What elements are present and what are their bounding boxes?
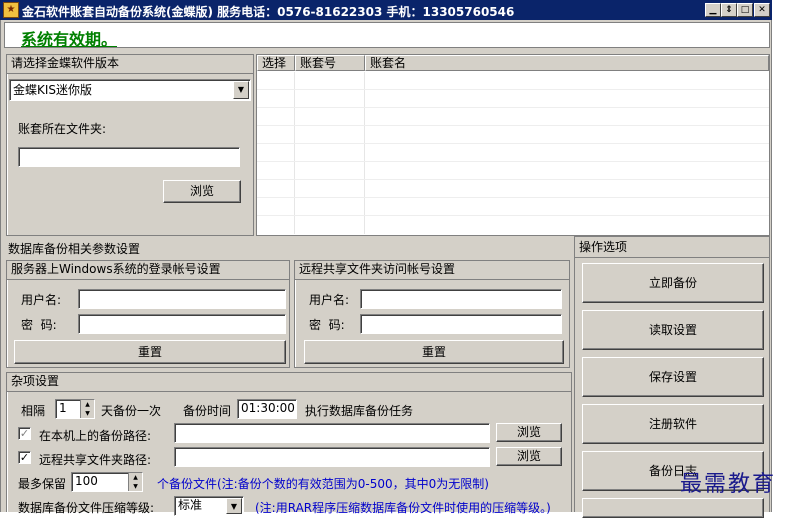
chevron-down-icon[interactable]: ▼ [233,81,249,99]
validity-text: 系统有效期。 [21,30,118,49]
table-row[interactable] [257,198,769,216]
table-row[interactable] [257,126,769,144]
column-header-account-no[interactable]: 账套号 [295,55,365,71]
table-row[interactable] [257,90,769,108]
grid-body [257,72,769,234]
compress-level-select[interactable]: 标准 ▼ [174,496,244,516]
table-row[interactable] [257,162,769,180]
version-select-value: 金蝶KIS迷你版 [13,83,93,97]
interval-days-stepper[interactable]: 1 ▲ ▼ [55,399,95,419]
local-path-checkbox[interactable]: ✓ [18,427,31,440]
folder-label: 账套所在文件夹: [18,122,107,136]
grid-header: 选择 账套号 账套名 [257,55,769,71]
server-user-label: 用户名: [21,293,62,307]
column-header-account-name[interactable]: 账套名 [365,55,769,71]
version-panel: 请选择金蝶软件版本 金蝶KIS迷你版 ▼ 账套所在文件夹: 浏览 [6,54,254,236]
browse-folder-button[interactable]: 浏览 [163,180,241,203]
interval-prefix-label: 相隔 [21,404,46,418]
misc-settings-header: 杂项设置 [7,373,571,392]
app-icon: ★ [3,2,19,18]
interval-suffix-label: 天备份一次 [101,404,162,418]
close-icon[interactable]: ✕ [754,3,770,17]
validity-banner: 系统有效期。 [4,22,770,49]
table-row[interactable] [257,180,769,198]
interval-days-value: 1 [59,401,67,415]
window-title: 金石软件账套自动备份系统(金蝶版) 服务电话：0576-81622303 手机：… [22,5,515,19]
remote-account-header: 远程共享文件夹访问帐号设置 [295,261,569,280]
save-settings-button[interactable]: 保存设置 [582,357,764,397]
backup-time-input[interactable]: 01:30:00 [237,399,297,419]
version-panel-header: 请选择金蝶软件版本 [7,55,253,74]
stepper-arrows-icon[interactable]: ▲ ▼ [80,400,94,418]
db-params-header: 数据库备份相关参数设置 [8,242,141,256]
server-reset-button[interactable]: 重置 [14,340,286,364]
keep-note: 个备份文件(注:备份个数的有效范围为0-500，其中0为无限制) [157,477,489,491]
restore-icon[interactable]: ⇕ [721,3,737,17]
server-username-input[interactable] [78,289,286,309]
maximize-icon[interactable]: □ [737,3,753,17]
load-settings-button[interactable]: 读取设置 [582,310,764,350]
local-path-input[interactable] [174,423,490,443]
misc-settings-group: 杂项设置 相隔 1 ▲ ▼ 天备份一次 备份时间 01:30:00 执行数据库备份… [6,372,572,516]
operations-header: 操作选项 [575,237,769,258]
keep-label: 最多保留 [18,477,67,491]
account-grid[interactable]: 选择 账套号 账套名 [256,54,770,236]
watermark: 最需教育 [680,472,777,497]
local-path-label: 在本机上的备份路径: [39,429,152,443]
column-header-select[interactable]: 选择 [257,55,295,71]
title-bar: ★ 金石软件账套自动备份系统(金蝶版) 服务电话：0576-81622303 手… [0,0,772,20]
server-password-input[interactable] [78,314,286,334]
server-account-header: 服务器上Windows系统的登录帐号设置 [7,261,289,280]
remote-username-input[interactable] [360,289,562,309]
table-row[interactable] [257,144,769,162]
backup-time-label: 备份时间 [183,404,232,418]
remote-path-label: 远程共享文件夹路径: [39,453,152,467]
keep-count-value: 100 [75,474,98,488]
table-row[interactable] [257,108,769,126]
server-account-group: 服务器上Windows系统的登录帐号设置 用户名: 密 码: 重置 [6,260,290,368]
compress-note: (注:用RAR程序压缩数据库备份文件时使用的压缩等级。) [255,501,551,515]
minimize-icon[interactable]: ▁ [705,3,721,17]
background-strip [772,0,803,512]
remote-password-input[interactable] [360,314,562,334]
remote-path-browse-button[interactable]: 浏览 [496,447,562,466]
remote-user-label: 用户名: [309,293,350,307]
task-label: 执行数据库备份任务 [305,404,414,418]
stepper-arrows-icon[interactable]: ▲ ▼ [128,473,142,491]
folder-input[interactable] [18,147,240,167]
compress-level-value: 标准 [178,498,203,512]
local-path-browse-button[interactable]: 浏览 [496,423,562,442]
partial-button[interactable] [582,498,764,518]
remote-path-input[interactable] [174,447,490,467]
keep-count-stepper[interactable]: 100 ▲ ▼ [71,472,143,492]
backup-now-button[interactable]: 立即备份 [582,263,764,303]
remote-reset-button[interactable]: 重置 [304,340,564,364]
register-button[interactable]: 注册软件 [582,404,764,444]
compress-label: 数据库备份文件压缩等级: [18,501,155,515]
server-password-label: 密 码: [21,318,57,332]
remote-account-group: 远程共享文件夹访问帐号设置 用户名: 密 码: 重置 [294,260,570,368]
remote-password-label: 密 码: [309,318,345,332]
remote-path-checkbox[interactable]: ✓ [18,451,31,464]
version-select[interactable]: 金蝶KIS迷你版 ▼ [9,79,251,101]
table-row[interactable] [257,72,769,90]
